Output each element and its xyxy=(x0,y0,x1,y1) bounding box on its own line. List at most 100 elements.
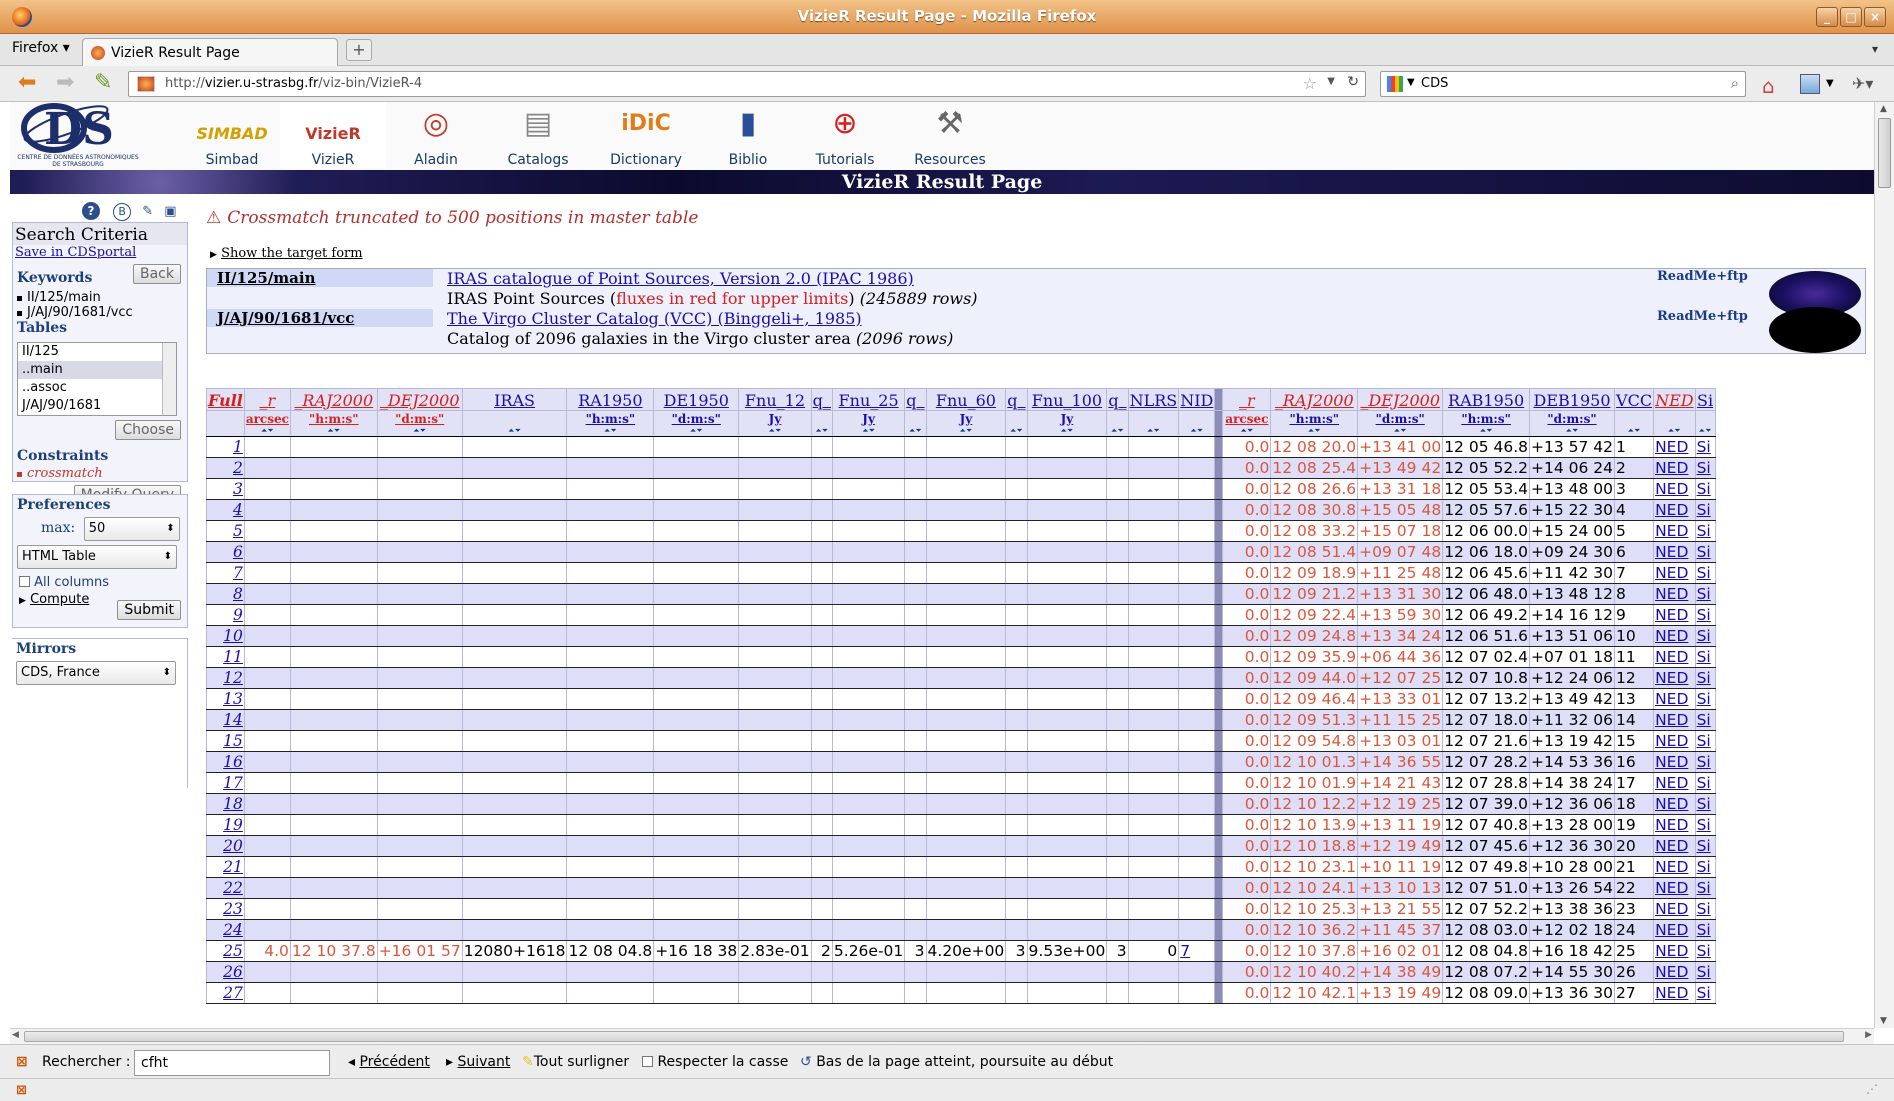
sort-arrows-icon[interactable]: ⏶⏷ xyxy=(1653,426,1696,437)
sort-arrows-icon[interactable]: ⏶⏷ xyxy=(1528,426,1616,437)
bookmark-star-icon[interactable]: ☆ xyxy=(1303,74,1317,93)
sort-arrows-icon[interactable]: ⏶⏷ xyxy=(653,426,740,437)
simbad-link[interactable]: Si xyxy=(1694,436,1716,458)
horizontal-scrollbar[interactable]: ◀ ▶ xyxy=(10,1028,1874,1044)
pin-icon[interactable]: ✎ xyxy=(142,204,153,219)
column-header[interactable]: _DEJ2000 xyxy=(1357,388,1444,411)
ned-link[interactable]: NED xyxy=(1653,478,1696,500)
column-header[interactable]: NED xyxy=(1653,388,1696,411)
save-cdsportal-link[interactable]: Save in CDSportal xyxy=(13,245,187,260)
simbad-link[interactable]: Si xyxy=(1694,625,1716,647)
basket-icon[interactable]: B xyxy=(113,203,132,221)
url-bar[interactable]: http://vizier.u-strasbg.fr/viz-bin/Vizie… xyxy=(128,71,1366,97)
ned-link[interactable]: NED xyxy=(1653,667,1696,689)
row-full-link[interactable]: 2 xyxy=(206,457,245,479)
ned-link[interactable]: NED xyxy=(1653,877,1696,899)
find-next-button[interactable]: ▸ Suivant xyxy=(446,1054,510,1070)
ned-link[interactable]: NED xyxy=(1653,772,1696,794)
back-button[interactable]: Back xyxy=(133,264,181,284)
sort-arrows-icon[interactable]: ⏶⏷ xyxy=(1442,426,1530,437)
row-full-link[interactable]: 5 xyxy=(206,520,245,542)
ned-link[interactable]: NED xyxy=(1653,919,1696,941)
column-header[interactable]: q_ xyxy=(904,388,927,411)
all-columns-checkbox[interactable] xyxy=(19,576,30,587)
ned-link[interactable]: NED xyxy=(1653,499,1696,521)
sort-arrows-icon[interactable]: ⏶⏷ xyxy=(243,426,291,437)
search-magnifier-icon[interactable]: ⌕ xyxy=(1731,74,1739,92)
column-header[interactable]: _RAJ2000 xyxy=(1270,388,1359,411)
search-engine-dropdown-icon[interactable]: ▼ xyxy=(1407,77,1415,88)
sort-arrows-icon[interactable]: ⏶⏷ xyxy=(461,426,568,437)
sort-arrows-icon[interactable]: ⏶⏷ xyxy=(376,426,463,437)
simbad-link[interactable]: Si xyxy=(1694,730,1716,752)
portal-tutorials[interactable]: ⊕ Tutorials xyxy=(800,102,890,168)
tab-vizier-result[interactable]: VizieR Result Page xyxy=(82,38,338,66)
max-rows-select[interactable]: 50 ⬍ xyxy=(83,517,180,541)
all-columns-label[interactable]: All columns xyxy=(34,575,109,590)
row-full-link[interactable]: 26 xyxy=(206,961,245,983)
help-icon[interactable]: ? xyxy=(82,202,100,220)
portal-aladin[interactable]: ◎ Aladin xyxy=(392,102,480,168)
table-option[interactable]: ..assoc xyxy=(18,379,176,397)
search-engine-icon[interactable] xyxy=(1387,76,1403,92)
firefox-menu-button[interactable]: Firefox ▾ xyxy=(12,40,70,56)
simbad-link[interactable]: Si xyxy=(1694,541,1716,563)
row-full-link[interactable]: 7 xyxy=(206,562,245,584)
readme-ftp-link[interactable]: ReadMe+ftp xyxy=(1657,269,1748,284)
ned-link[interactable]: NED xyxy=(1653,982,1696,1004)
row-full-link[interactable]: 19 xyxy=(206,814,245,836)
sort-arrows-icon[interactable]: ⏶⏷ xyxy=(1178,426,1216,437)
simbad-link[interactable]: Si xyxy=(1694,961,1716,983)
tab-list-chevron-icon[interactable]: ▾ xyxy=(1872,42,1878,56)
compute-link[interactable]: Compute xyxy=(30,592,89,607)
ned-link[interactable]: NED xyxy=(1653,625,1696,647)
row-full-link[interactable]: 25 xyxy=(206,940,245,962)
horizontal-scroll-thumb[interactable] xyxy=(24,1031,1844,1042)
ned-link[interactable]: NED xyxy=(1653,709,1696,731)
addon-bar-close-icon[interactable]: ⊠ xyxy=(16,1083,27,1098)
column-header[interactable]: VCC xyxy=(1614,388,1655,411)
row-full-link[interactable]: 27 xyxy=(206,982,245,1004)
ned-link[interactable]: NED xyxy=(1653,583,1696,605)
sort-arrows-icon[interactable]: ⏶⏷ xyxy=(1106,426,1129,437)
sort-arrows-icon[interactable]: ⏶⏷ xyxy=(810,426,833,437)
ned-link[interactable]: NED xyxy=(1653,562,1696,584)
maximize-button[interactable]: □ xyxy=(1840,7,1862,27)
find-input[interactable]: cfht xyxy=(134,1050,330,1076)
column-header[interactable]: q_ xyxy=(1106,388,1129,411)
sort-arrows-icon[interactable]: ⏶⏷ xyxy=(738,426,812,437)
column-header[interactable]: _r xyxy=(1222,388,1272,411)
column-header[interactable]: Full xyxy=(206,388,245,411)
portal-biblio[interactable]: ▮ Biblio xyxy=(708,102,788,168)
detach-icon[interactable]: ▣ xyxy=(164,204,176,219)
simbad-link[interactable]: Si xyxy=(1694,499,1716,521)
sort-arrows-icon[interactable]: ⏶⏷ xyxy=(925,426,1007,437)
simbad-link[interactable]: Si xyxy=(1694,835,1716,857)
close-find-bar-icon[interactable]: ⊠ xyxy=(16,1055,30,1069)
simbad-link[interactable]: Si xyxy=(1694,562,1716,584)
catalog-title-link[interactable]: IRAS catalogue of Point Sources, Version… xyxy=(447,269,914,288)
column-header[interactable]: DE1950 xyxy=(653,388,740,411)
ned-link[interactable]: NED xyxy=(1653,814,1696,836)
search-bar[interactable]: ▼ CDS ⌕ xyxy=(1380,71,1746,97)
ned-link[interactable]: NED xyxy=(1653,898,1696,920)
table-option-selected[interactable]: ..main xyxy=(18,361,176,379)
row-full-link[interactable]: 14 xyxy=(206,709,245,731)
ned-link[interactable]: NED xyxy=(1653,541,1696,563)
catalog-id-link[interactable]: J/AJ/90/1681/vcc xyxy=(207,309,433,327)
row-full-link[interactable]: 12 xyxy=(206,667,245,689)
simbad-link[interactable]: Si xyxy=(1694,751,1716,773)
table-option[interactable]: J/AJ/90/1681 xyxy=(18,397,176,415)
column-header[interactable]: Fnu_100 xyxy=(1026,388,1108,411)
row-full-link[interactable]: 13 xyxy=(206,688,245,710)
reload-icon[interactable]: ↻ xyxy=(1347,74,1359,90)
column-header[interactable]: Fnu_12 xyxy=(738,388,812,411)
ned-link[interactable]: NED xyxy=(1653,604,1696,626)
ned-link[interactable]: NED xyxy=(1653,646,1696,668)
column-header[interactable]: IRAS xyxy=(461,388,568,411)
sort-arrows-icon[interactable]: ⏶⏷ xyxy=(566,426,655,437)
simbad-link[interactable]: Si xyxy=(1694,646,1716,668)
sort-arrows-icon[interactable] xyxy=(206,426,245,437)
column-header[interactable]: DEB1950 xyxy=(1528,388,1616,411)
column-header[interactable]: _DEJ2000 xyxy=(376,388,463,411)
